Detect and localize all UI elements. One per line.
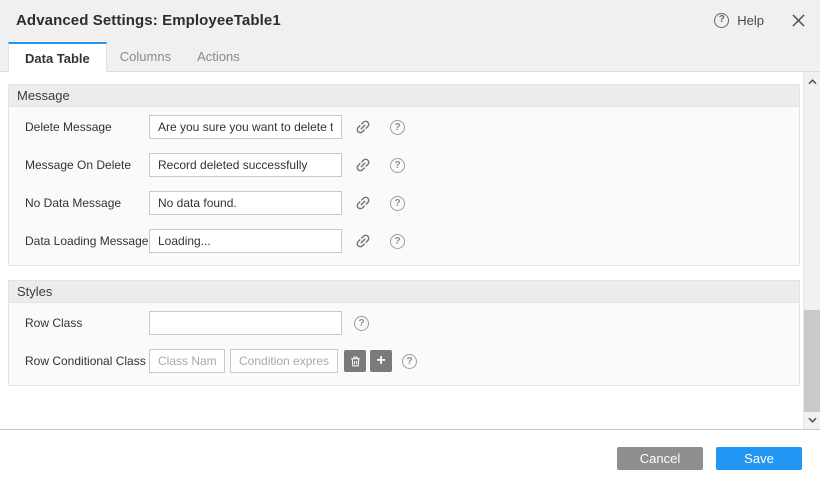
field-help-icon[interactable]: ?	[390, 120, 405, 135]
tab-actions[interactable]: Actions	[184, 42, 253, 71]
row-class-input[interactable]	[149, 311, 342, 335]
message-section: Message Delete Message ? Message On Dele…	[8, 84, 800, 266]
row-class-label: Row Class	[25, 316, 149, 330]
field-row-no-data-message: No Data Message ?	[25, 191, 799, 215]
tab-columns[interactable]: Columns	[107, 42, 184, 71]
field-row-row-class: Row Class ?	[25, 311, 799, 335]
trash-icon	[349, 355, 362, 368]
advanced-settings-dialog: Advanced Settings: EmployeeTable1 ? Help…	[0, 0, 820, 486]
vertical-scrollbar[interactable]	[803, 72, 820, 430]
field-row-row-conditional-class: Row Conditional Class + ?	[25, 349, 799, 373]
message-on-delete-input[interactable]	[149, 153, 342, 177]
save-button[interactable]: Save	[716, 447, 802, 470]
data-loading-message-input[interactable]	[149, 229, 342, 253]
styles-section-title: Styles	[9, 281, 799, 303]
field-help-icon[interactable]: ?	[354, 316, 369, 331]
scroll-up-icon[interactable]	[804, 74, 820, 90]
row-conditional-class-label: Row Conditional Class	[25, 354, 149, 368]
message-section-title: Message	[9, 85, 799, 107]
data-loading-message-label: Data Loading Message	[25, 234, 149, 248]
help-icon[interactable]: ?	[714, 13, 729, 28]
field-row-data-loading-message: Data Loading Message ?	[25, 229, 799, 253]
styles-section-body: Row Class ? Row Conditional Class + ?	[9, 303, 799, 385]
condition-expression-input[interactable]	[230, 349, 338, 373]
dialog-footer: Cancel Save	[0, 430, 820, 486]
bind-property-link-icon[interactable]	[354, 194, 372, 212]
field-help-icon[interactable]: ?	[390, 196, 405, 211]
scroll-down-icon[interactable]	[804, 412, 820, 428]
delete-message-input[interactable]	[149, 115, 342, 139]
no-data-message-input[interactable]	[149, 191, 342, 215]
dialog-header: Advanced Settings: EmployeeTable1 ? Help	[0, 0, 820, 40]
field-row-message-on-delete: Message On Delete ?	[25, 153, 799, 177]
cancel-button[interactable]: Cancel	[617, 447, 703, 470]
help-link[interactable]: Help	[737, 13, 764, 28]
tab-bar: Data Table Columns Actions	[0, 40, 820, 72]
no-data-message-label: No Data Message	[25, 196, 149, 210]
tab-data-table[interactable]: Data Table	[8, 42, 107, 72]
field-row-delete-message: Delete Message ?	[25, 115, 799, 139]
tab-content: Message Delete Message ? Message On Dele…	[0, 72, 820, 430]
close-icon[interactable]	[790, 12, 806, 28]
add-conditional-class-button[interactable]: +	[370, 350, 392, 372]
scrollbar-thumb[interactable]	[804, 310, 820, 412]
dialog-title: Advanced Settings: EmployeeTable1	[16, 12, 281, 29]
header-actions: ? Help	[714, 12, 806, 28]
delete-conditional-class-button[interactable]	[344, 350, 366, 372]
message-section-body: Delete Message ? Message On Delete ?	[9, 107, 799, 265]
message-on-delete-label: Message On Delete	[25, 158, 149, 172]
field-help-icon[interactable]: ?	[402, 354, 417, 369]
bind-property-link-icon[interactable]	[354, 156, 372, 174]
bind-property-link-icon[interactable]	[354, 118, 372, 136]
delete-message-label: Delete Message	[25, 120, 149, 134]
field-help-icon[interactable]: ?	[390, 234, 405, 249]
bind-property-link-icon[interactable]	[354, 232, 372, 250]
styles-section: Styles Row Class ? Row Conditional Class	[8, 280, 800, 386]
class-name-input[interactable]	[149, 349, 225, 373]
field-help-icon[interactable]: ?	[390, 158, 405, 173]
